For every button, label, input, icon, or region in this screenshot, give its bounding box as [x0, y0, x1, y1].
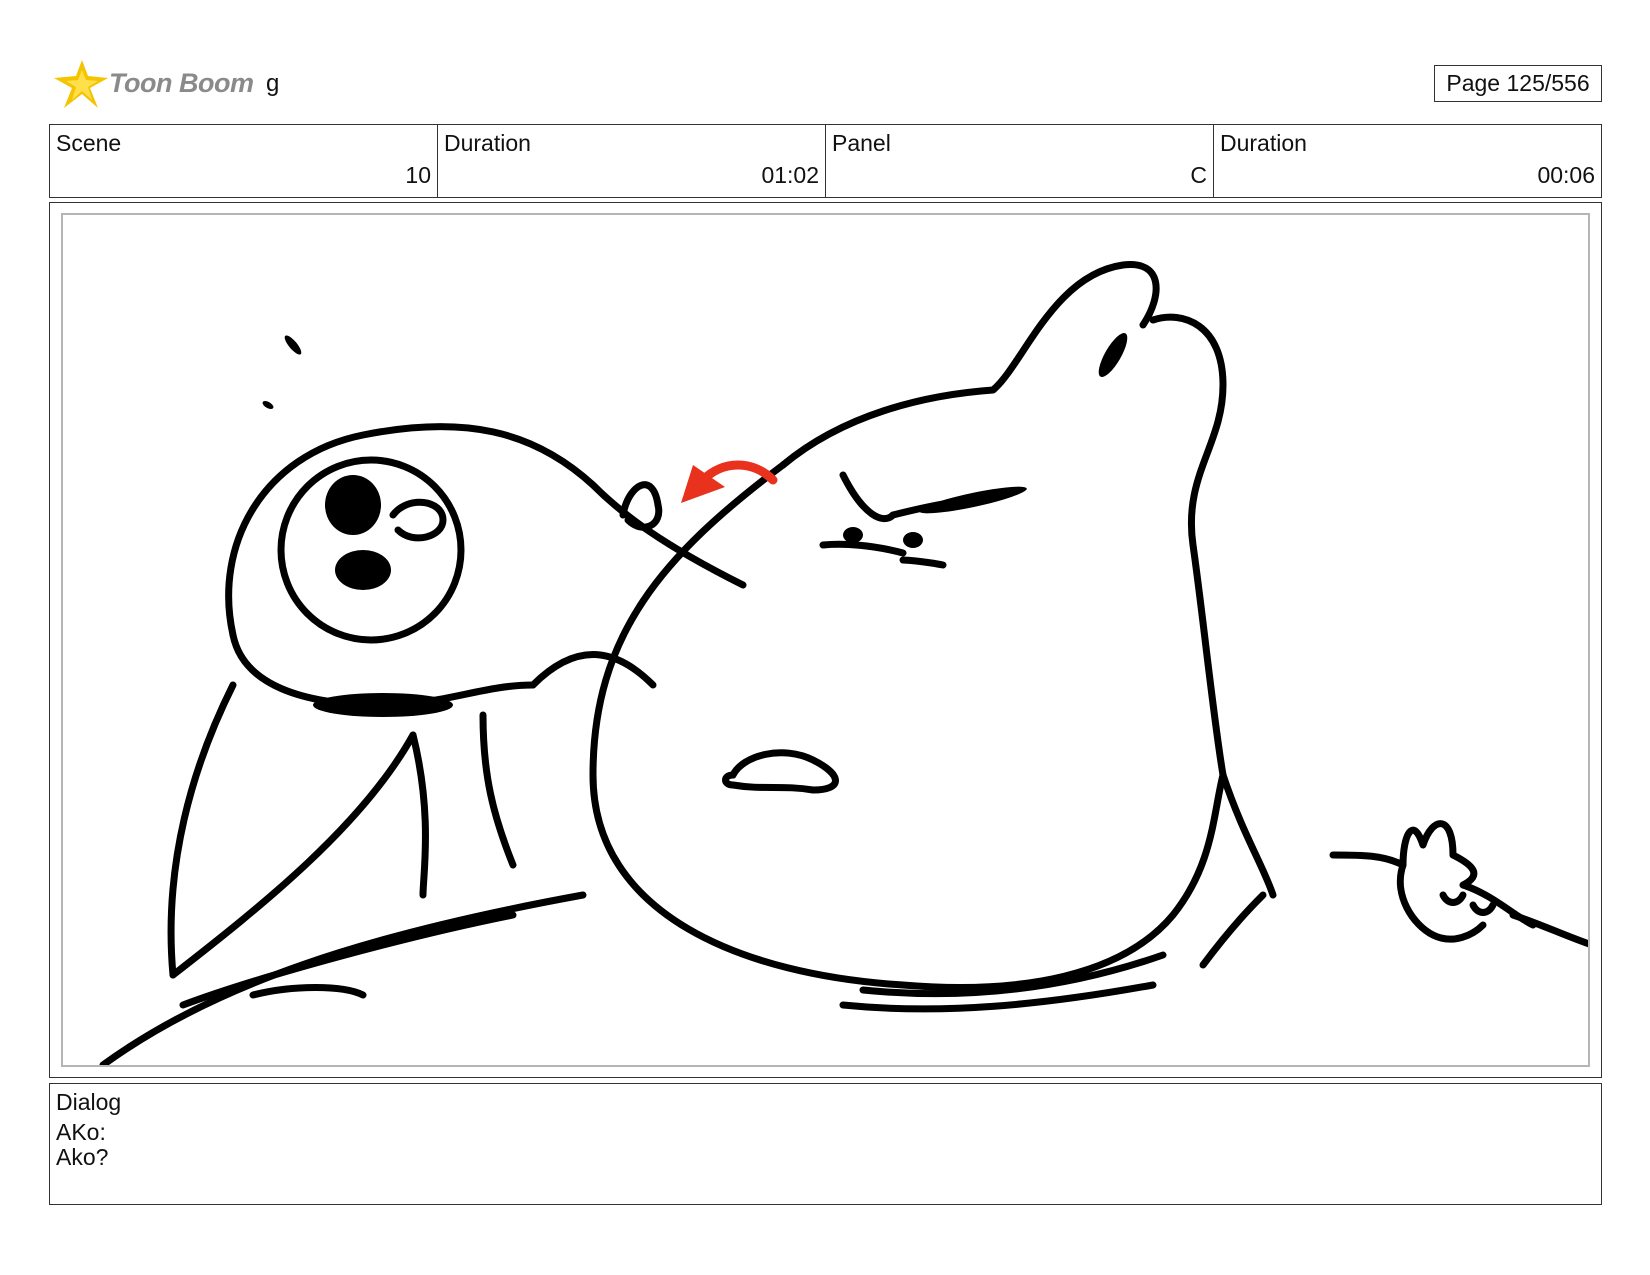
logo-text: Toon Boom: [109, 68, 254, 98]
dialog-label: Dialog: [56, 1089, 122, 1115]
panel-value: C: [1190, 162, 1207, 188]
project-name: g: [266, 70, 280, 97]
page-indicator: Page 125/556: [1434, 65, 1602, 102]
panel-info-row: Scene 10 Duration 01:02 Panel C Duration…: [49, 124, 1602, 198]
scene-label: Scene: [56, 130, 122, 156]
scene-cell: Scene 10: [50, 125, 438, 197]
panel-label: Panel: [832, 130, 891, 156]
panel-cell: Panel C: [826, 125, 1214, 197]
dialog-line: AKo:: [56, 1119, 106, 1145]
star-burst-icon: [54, 60, 108, 108]
dialog-line: Ako?: [56, 1144, 109, 1170]
dialog-box: Dialog AKo: Ako?: [49, 1083, 1602, 1205]
scene-duration-label: Duration: [444, 130, 531, 156]
sketch-drawing: [99, 261, 1588, 1065]
storyboard-frame: [49, 202, 1602, 1078]
scene-value: 10: [405, 162, 431, 188]
panel-duration-cell: Duration 00:06: [1214, 125, 1601, 197]
panel-drawing: [61, 213, 1590, 1067]
panel-duration-label: Duration: [1220, 130, 1307, 156]
scene-duration-value: 01:02: [761, 162, 819, 188]
panel-duration-value: 00:06: [1537, 162, 1595, 188]
scene-duration-cell: Duration 01:02: [438, 125, 826, 197]
